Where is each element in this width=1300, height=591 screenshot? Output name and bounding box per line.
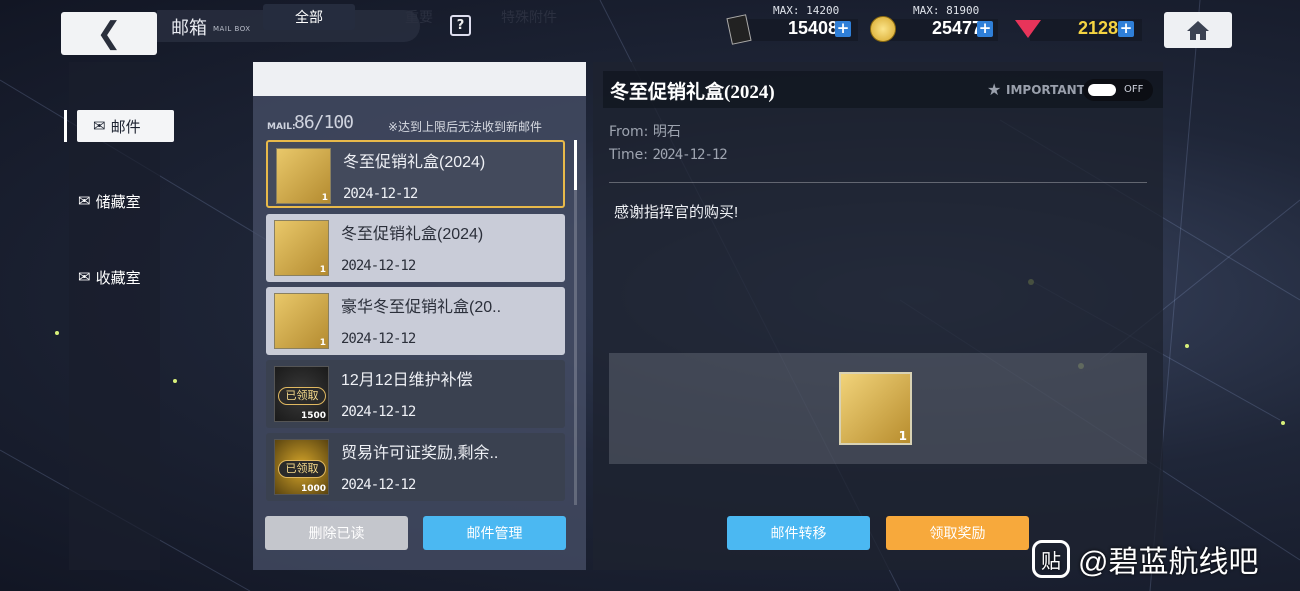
- oil-value: 15408: [788, 18, 839, 38]
- nav-item-label: 收藏室: [95, 269, 141, 287]
- gem-icon: [1015, 20, 1041, 38]
- oil-max: MAX: 14200: [773, 4, 840, 17]
- scrollbar-thumb[interactable]: [574, 140, 577, 190]
- gold-add-button[interactable]: +: [977, 21, 993, 37]
- mail-subject: 冬至促销礼盒(2024): [343, 154, 486, 171]
- mail-item[interactable]: 已领取 1500 12月12日维护补偿 2024-12-12: [266, 360, 565, 428]
- mail-date: 2024-12-12: [343, 186, 418, 202]
- star-icon: ★: [987, 80, 1002, 99]
- nav-item-label: 邮件: [110, 118, 141, 136]
- gift-box-icon: 1: [276, 148, 331, 204]
- nav-item-collection[interactable]: ✉ 收藏室: [62, 261, 159, 293]
- oil-add-button[interactable]: +: [835, 21, 851, 37]
- watermark: 贴 @碧蓝航线吧: [1032, 537, 1258, 581]
- mail-date: 2024-12-12: [341, 404, 416, 420]
- toggle-state: OFF: [1124, 84, 1144, 95]
- mail-title: 冬至促销礼盒(2024): [610, 82, 775, 103]
- time-value: 2024-12-12: [652, 147, 727, 163]
- gift-box-icon: 1: [274, 293, 329, 349]
- tab-important[interactable]: 重要: [372, 4, 466, 30]
- claimed-badge: 已领取: [278, 387, 326, 405]
- scrollbar-track[interactable]: [574, 140, 577, 505]
- time-label: Time:: [609, 147, 648, 163]
- item-count: 1000: [300, 484, 326, 494]
- mail-subject: 豪华冬至促销礼盒(20..: [341, 299, 502, 316]
- mail-subject: 12月12日维护补偿: [341, 372, 473, 389]
- mail-item[interactable]: 1 冬至促销礼盒(2024) 2024-12-12: [266, 214, 565, 282]
- mail-date: 2024-12-12: [341, 477, 416, 493]
- item-count: 1: [321, 193, 328, 203]
- important-label: IMPORTANT: [1006, 83, 1085, 97]
- gift-box-icon: 1: [274, 220, 329, 276]
- tab-special-attachments[interactable]: 特殊附件: [474, 4, 584, 30]
- mailbox-icon: ✉: [78, 269, 91, 286]
- tab-all[interactable]: 全部: [263, 4, 355, 30]
- mail-subject: 冬至促销礼盒(2024): [341, 226, 484, 243]
- mail-subject: 贸易许可证奖励,剩余..: [341, 445, 499, 462]
- coin-icon: [870, 16, 896, 42]
- claim-reward-button[interactable]: 领取奖励: [886, 516, 1029, 550]
- delete-read-button[interactable]: 删除已读: [265, 516, 408, 550]
- watermark-text: @碧蓝航线吧: [1078, 546, 1259, 579]
- nav-item-storage[interactable]: ✉ 储藏室: [62, 185, 159, 217]
- nav-item-label: 储藏室: [95, 193, 141, 211]
- page-subtitle: MAIL BOX: [213, 25, 251, 33]
- back-button[interactable]: ❮: [61, 12, 157, 55]
- mail-item[interactable]: 1 冬至促销礼盒(2024) 2024-12-12: [266, 140, 565, 208]
- gems-value: 2128: [1078, 18, 1119, 38]
- mail-tabs: [253, 62, 586, 96]
- mail-item[interactable]: 已领取 1000 贸易许可证奖励,剩余.. 2024-12-12: [266, 433, 565, 501]
- home-icon: [1187, 21, 1209, 40]
- reward-count: 1: [898, 429, 907, 443]
- item-count: 1500: [300, 411, 326, 421]
- mail-manage-button[interactable]: 邮件管理: [423, 516, 566, 550]
- gold-value: 25477: [932, 18, 983, 38]
- mail-limit-note: ※达到上限后无法收到新邮件: [388, 120, 543, 134]
- coin-icon: 已领取 1000: [274, 439, 329, 495]
- from-label: From:: [609, 124, 649, 140]
- item-count: 1: [319, 265, 326, 275]
- transfer-mail-button[interactable]: 邮件转移: [727, 516, 870, 550]
- oil-barrel-icon: 已领取 1500: [274, 366, 329, 422]
- tieba-logo-icon: 贴: [1032, 540, 1070, 578]
- nav-item-mail[interactable]: ✉ 邮件: [77, 110, 174, 142]
- gift-box-icon[interactable]: 1: [839, 372, 912, 445]
- claimed-badge: 已领取: [278, 460, 326, 478]
- mail-time: Time: 2024-12-12: [609, 147, 728, 163]
- page-title: 邮箱: [171, 18, 207, 39]
- nav-indicator: [64, 110, 67, 142]
- mail-from: From: 明石: [609, 121, 681, 141]
- gems-add-button[interactable]: +: [1118, 21, 1134, 37]
- mail-body: 感谢指挥官的购买!: [614, 204, 739, 221]
- chevron-left-icon: ❮: [96, 16, 122, 51]
- mail-count-label: MAIL:: [267, 122, 296, 132]
- mail-item[interactable]: 1 豪华冬至促销礼盒(20.. 2024-12-12: [266, 287, 565, 355]
- home-button[interactable]: [1164, 12, 1232, 48]
- item-count: 1: [319, 338, 326, 348]
- mailbox-icon: ✉: [78, 193, 91, 210]
- from-value: 明石: [652, 124, 681, 140]
- toggle-knob: [1088, 84, 1116, 96]
- divider: [609, 182, 1147, 183]
- mail-count: 86/100: [294, 112, 354, 133]
- mail-date: 2024-12-12: [341, 258, 416, 274]
- gold-max: MAX: 81900: [913, 4, 980, 17]
- mail-date: 2024-12-12: [341, 331, 416, 347]
- mail-icon: ✉: [93, 118, 106, 135]
